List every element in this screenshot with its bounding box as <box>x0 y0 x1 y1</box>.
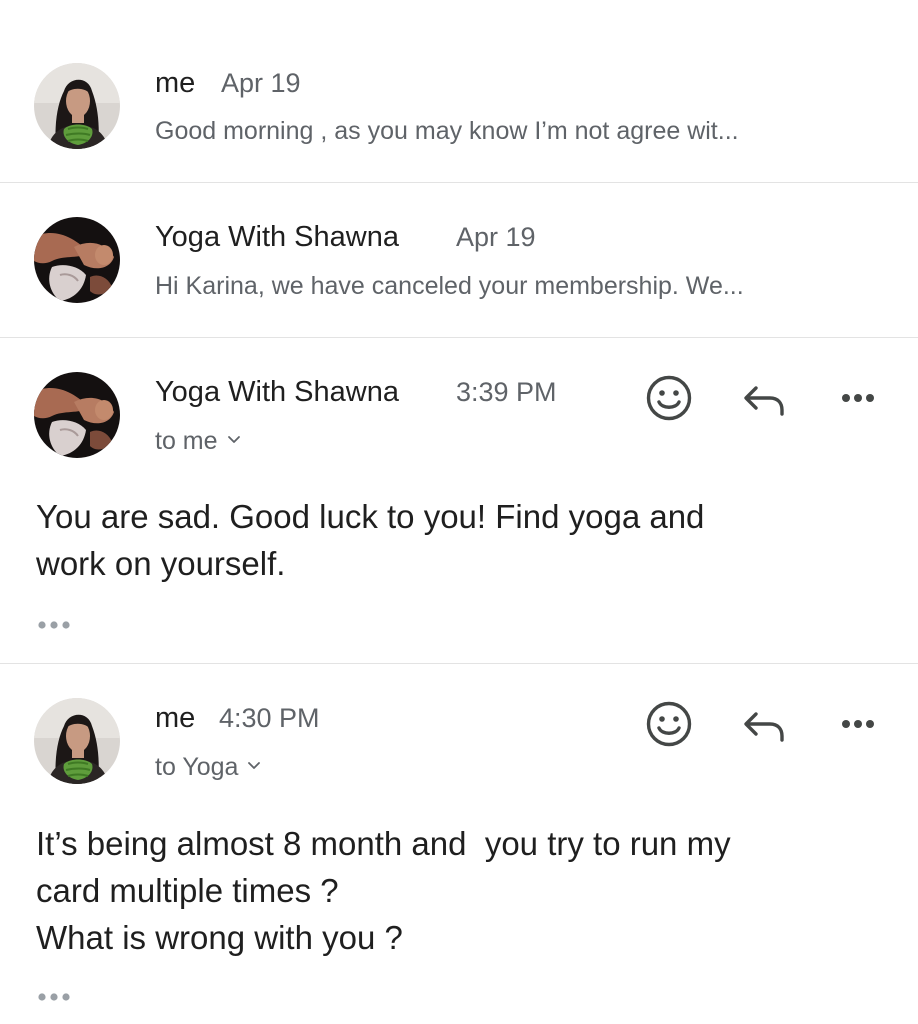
chevron-down-icon <box>248 762 261 769</box>
reply-button[interactable] <box>738 372 790 424</box>
reply-arrow-icon <box>744 386 784 416</box>
body-line: You are sad. Good luck to you! Find yoga… <box>36 498 705 535</box>
chevron-down-icon <box>227 436 240 443</box>
sender-name: Yoga With Shawna <box>155 221 399 253</box>
message-body: You are sad. Good luck to you! Find yoga… <box>36 493 886 587</box>
sender-name: me <box>155 67 196 99</box>
message-snippet: Hi Karina, we have canceled your members… <box>155 272 744 300</box>
message-body: It’s being almost 8 month and you try to… <box>36 820 886 961</box>
reply-button[interactable] <box>738 698 790 750</box>
ellipsis-dots-icon[interactable] <box>36 990 76 1004</box>
body-line: It’s being almost 8 month and you try to… <box>36 825 731 862</box>
more-options-button[interactable] <box>832 698 884 750</box>
message-time: 4:30 PM <box>219 703 320 733</box>
react-button[interactable] <box>643 698 695 750</box>
avatar-me <box>34 63 120 149</box>
email-thread: me Apr 19 Good morning , as you may know… <box>0 0 918 1024</box>
reply-arrow-icon <box>744 712 784 742</box>
recipient-details-toggle[interactable]: to Yoga <box>155 753 262 782</box>
collapsed-message-1[interactable]: me Apr 19 Good morning , as you may know… <box>0 0 918 182</box>
smiley-face-icon <box>646 375 692 421</box>
message-date: Apr 19 <box>456 222 536 252</box>
message-time: 3:39 PM <box>456 377 557 407</box>
collapsed-message-2[interactable]: Yoga With Shawna Apr 19 Hi Karina, we ha… <box>0 183 918 337</box>
more-options-button[interactable] <box>832 372 884 424</box>
body-line: work on yourself. <box>36 545 286 582</box>
more-horizontal-icon <box>842 394 874 402</box>
expanded-message-3: Yoga With Shawna 3:39 PM to me You are s… <box>0 338 918 662</box>
react-button[interactable] <box>643 372 695 424</box>
ellipsis-dots-icon[interactable] <box>36 618 76 632</box>
sender-name: Yoga With Shawna <box>155 376 399 408</box>
avatar-me <box>34 698 120 784</box>
recipient-label: to Yoga <box>155 753 239 781</box>
recipient-details-toggle[interactable]: to me <box>155 427 242 456</box>
message-date: Apr 19 <box>221 68 301 98</box>
smiley-face-icon <box>646 701 692 747</box>
avatar-yoga-with-shawna <box>34 372 120 458</box>
body-line: What is wrong with you ? <box>36 919 403 956</box>
body-line: card multiple times ? <box>36 872 339 909</box>
avatar-yoga-with-shawna <box>34 217 120 303</box>
expanded-message-4: me 4:30 PM to Yoga It’s being almost 8 m… <box>0 664 918 1024</box>
more-horizontal-icon <box>842 720 874 728</box>
recipient-label: to me <box>155 427 218 455</box>
message-snippet: Good morning , as you may know I’m not a… <box>155 117 739 145</box>
sender-name: me <box>155 702 196 734</box>
